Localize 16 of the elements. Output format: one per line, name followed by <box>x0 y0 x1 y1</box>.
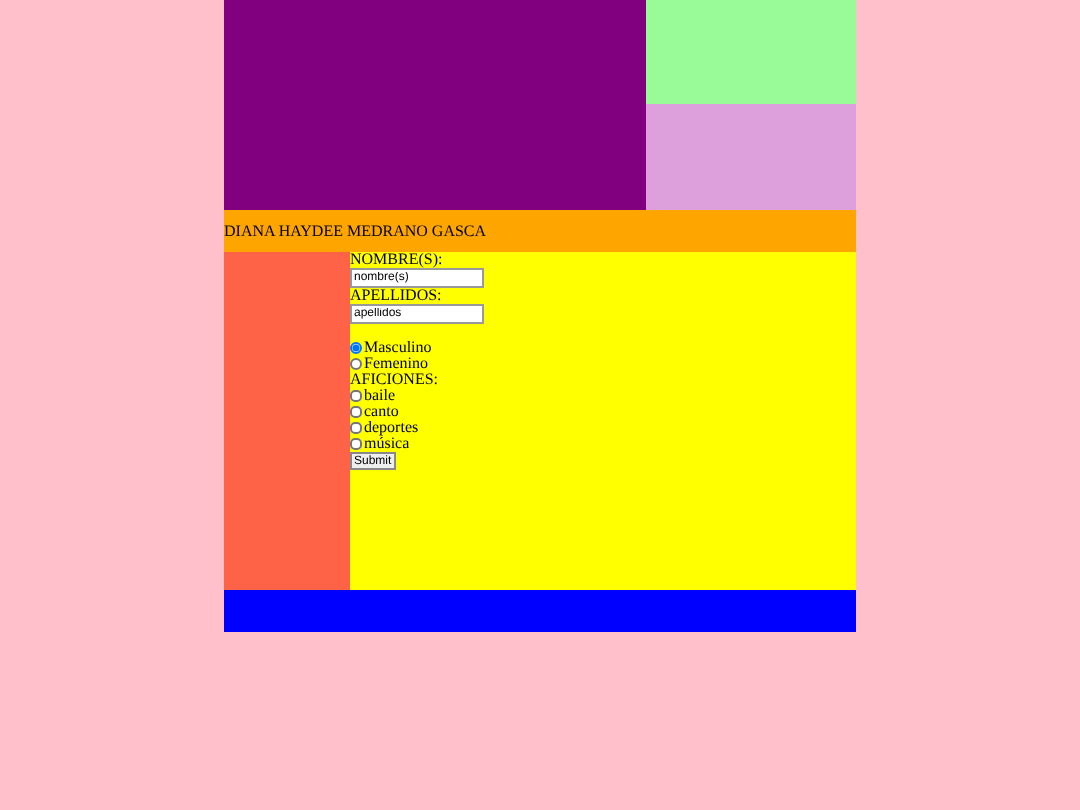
section-label: AFICIONES: <box>350 372 439 388</box>
field-label: NOMBRE(S): <box>350 252 443 268</box>
radio-label: Masculino <box>364 340 432 356</box>
checkbox-label: deportes <box>364 420 419 436</box>
checkbox[interactable] <box>350 406 362 418</box>
checkbox-label: música <box>364 436 410 452</box>
field-label: APELLIDOS: <box>350 288 442 304</box>
checkbox[interactable] <box>350 390 362 402</box>
author-name: DIANA HAYDEE MEDRANO GASCA <box>224 222 487 240</box>
radio-button[interactable] <box>350 342 362 354</box>
radio-label: Femenino <box>364 356 428 372</box>
checkbox-label: baile <box>364 388 396 404</box>
checkbox[interactable] <box>350 422 362 434</box>
radio-button[interactable] <box>350 358 362 370</box>
checkbox[interactable] <box>350 438 362 450</box>
checkbox-label: canto <box>364 404 399 420</box>
